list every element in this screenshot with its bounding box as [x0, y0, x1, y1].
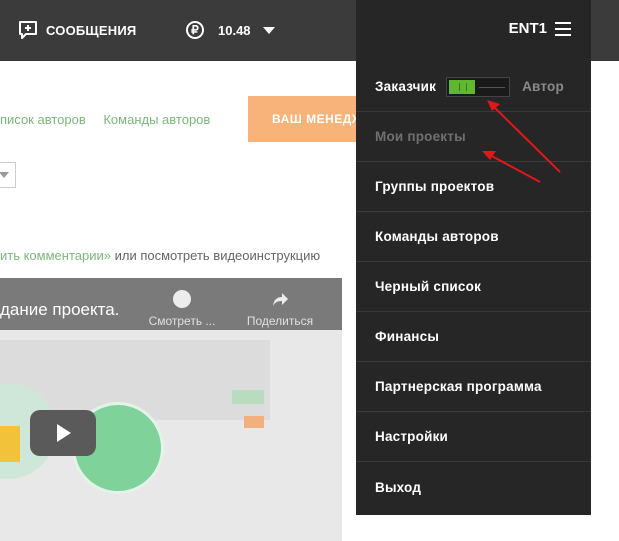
messages-label: СООБЩЕНИЯ: [46, 22, 137, 38]
comment-rest: или посмотреть видеоинструкцию: [110, 248, 321, 263]
video-embed[interactable]: дание проекта. Смотреть ... Поделиться: [0, 278, 342, 541]
menu-item-author-teams[interactable]: Команды авторов: [356, 212, 591, 262]
clock-icon: [173, 290, 191, 308]
share-label: Поделиться: [246, 314, 314, 328]
watch-later-button[interactable]: Смотреть ...: [142, 290, 222, 328]
toggle-track: [479, 86, 506, 88]
messages-button[interactable]: СООБЩЕНИЯ: [18, 20, 136, 40]
comment-link[interactable]: ить комментарии»: [0, 248, 111, 263]
nav-links: писок авторов Команды авторов: [0, 112, 224, 127]
role-toggle-switch[interactable]: [446, 76, 511, 97]
account-name: ENT1: [508, 20, 547, 37]
video-title[interactable]: дание проекта.: [0, 300, 119, 320]
account-toggle[interactable]: ENT1: [509, 20, 571, 37]
share-icon: [273, 293, 288, 306]
select-dropdown[interactable]: [0, 162, 16, 188]
link-authors-list[interactable]: писок авторов: [0, 112, 86, 127]
hamburger-icon: [555, 21, 571, 36]
user-menu: ENT1 Заказчик Автор Мои проекты Группы п…: [356, 0, 591, 515]
link-author-teams[interactable]: Команды авторов: [103, 112, 210, 127]
role-author-label: Автор: [522, 79, 564, 94]
share-button[interactable]: Поделиться: [240, 290, 320, 328]
comment-hint: ить комментарии» или посмотреть видеоинс…: [0, 248, 320, 263]
role-switch-row: Заказчик Автор: [356, 62, 591, 112]
menu-item-partner-program[interactable]: Партнерская программа: [356, 362, 591, 412]
menu-item-blacklist[interactable]: Черный список: [356, 262, 591, 312]
watch-later-label: Смотреть ...: [148, 314, 216, 328]
balance-value: 10.48: [218, 22, 251, 38]
menu-item-logout[interactable]: Выход: [356, 462, 591, 512]
new-message-icon: [19, 21, 37, 39]
video-orange-badge: [244, 416, 264, 428]
video-green-badge: [232, 390, 264, 404]
video-folder-shape: [0, 426, 20, 462]
menu-item-my-projects[interactable]: Мои проекты: [356, 112, 591, 162]
chevron-down-icon: [262, 26, 275, 34]
balance-dropdown[interactable]: ₽ 10.48: [186, 19, 275, 41]
role-customer-label: Заказчик: [375, 79, 437, 94]
menu-item-project-groups[interactable]: Группы проектов: [356, 162, 591, 212]
toggle-knob: [449, 79, 476, 94]
menu-item-settings[interactable]: Настройки: [356, 412, 591, 462]
ruble-icon: ₽: [186, 21, 204, 39]
play-icon[interactable]: [30, 410, 96, 456]
menu-item-finances[interactable]: Финансы: [356, 312, 591, 362]
